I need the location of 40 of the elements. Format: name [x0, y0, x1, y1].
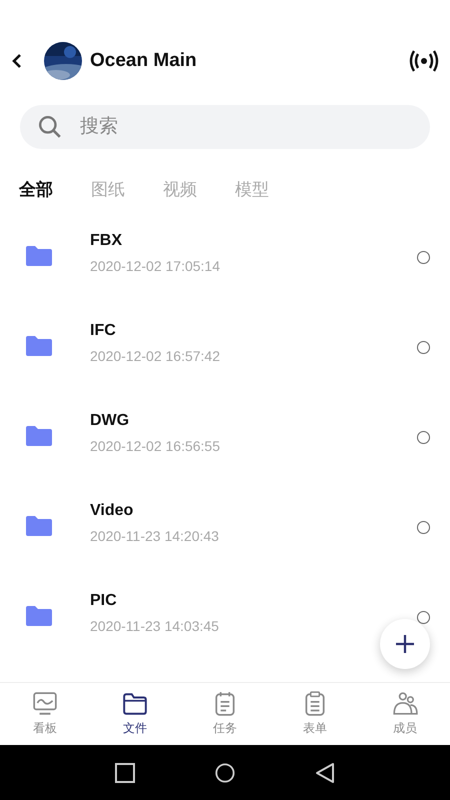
folder-name: Video [90, 502, 134, 520]
nav-tab[interactable]: 文件 [90, 683, 180, 745]
select-radio[interactable] [417, 340, 430, 354]
back-icon[interactable] [315, 762, 335, 784]
filter-tab[interactable]: 全部 [19, 178, 53, 200]
plus-icon [395, 634, 415, 654]
nav-tab[interactable]: 成员 [360, 683, 450, 745]
folder-name: PIC [90, 592, 118, 610]
folder-name: IFC [90, 322, 117, 340]
filter-tab[interactable]: 图纸 [91, 178, 125, 200]
folder-date: 2020-12-02 16:56:55 [90, 438, 221, 454]
project-title: Ocean Main [90, 50, 198, 72]
folder-icon [26, 246, 52, 266]
folder-icon [122, 691, 148, 717]
nav-tab[interactable]: 任务 [180, 683, 270, 745]
nav-tab[interactable]: 表单 [270, 683, 360, 745]
folder-icon [26, 336, 52, 356]
folder-date: 2020-11-23 14:20:43 [90, 528, 220, 544]
recents-icon[interactable] [115, 762, 135, 784]
folder-icon [26, 516, 52, 536]
home-icon[interactable] [215, 762, 235, 784]
folder-date: 2020-12-02 17:05:14 [90, 258, 221, 274]
broadcast-icon[interactable] [409, 50, 439, 72]
folder-name: FBX [90, 232, 123, 250]
select-radio[interactable] [417, 520, 430, 534]
select-radio[interactable] [417, 250, 430, 264]
nav-tab[interactable]: 看板 [0, 683, 90, 745]
filter-tab[interactable]: 模型 [235, 178, 269, 200]
monitor-icon [32, 691, 58, 717]
folder-icon [26, 606, 52, 626]
add-button[interactable] [380, 619, 430, 669]
select-radio[interactable] [417, 430, 430, 444]
people-icon [392, 691, 418, 717]
folder-date: 2020-12-02 16:57:42 [90, 348, 221, 364]
folder-date: 2020-11-23 14:03:45 [90, 618, 220, 634]
folder-icon [26, 426, 52, 446]
folder-name: DWG [90, 412, 130, 430]
chevron-left-icon [10, 53, 24, 69]
search-field[interactable]: 搜索 [20, 105, 430, 149]
filter-tab[interactable]: 视频 [163, 178, 197, 200]
